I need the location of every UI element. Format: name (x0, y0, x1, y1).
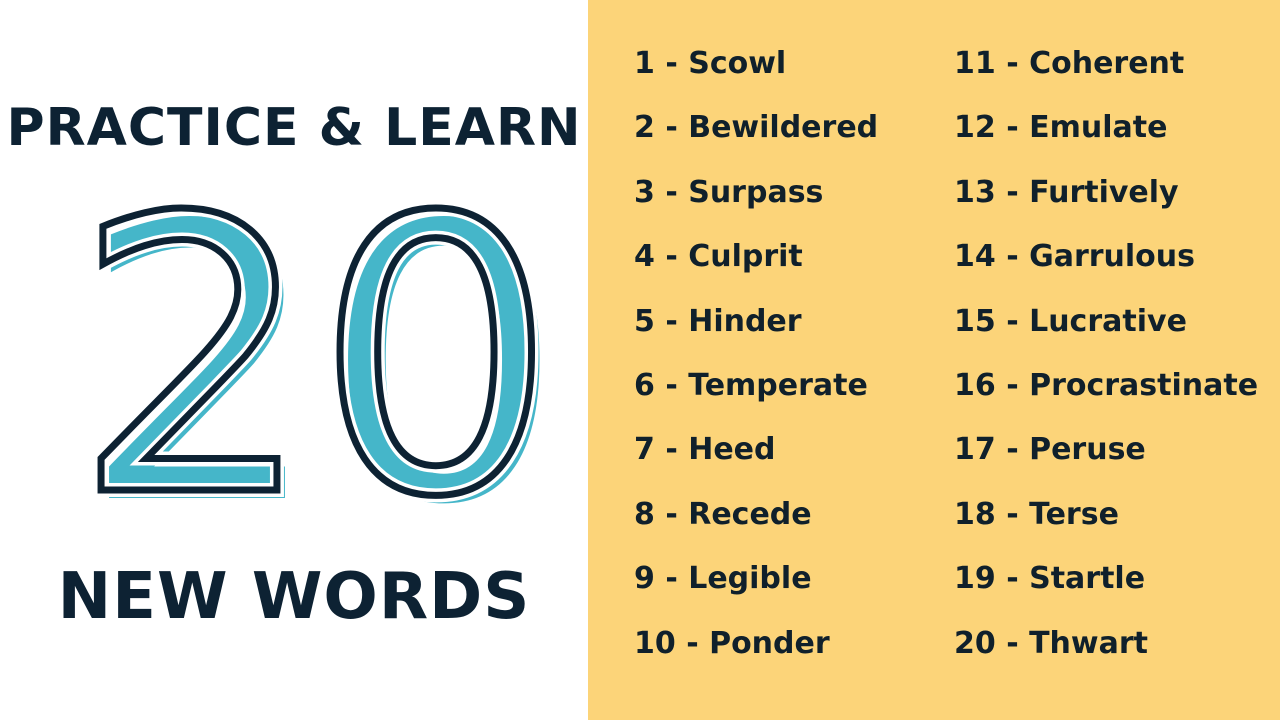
word-item: 3 - Surpass (634, 174, 824, 210)
word-item: 19 - Startle (954, 561, 1146, 597)
big-number-stroke: 20 (73, 178, 557, 518)
word-item: 2 - Bewildered (634, 110, 879, 146)
word-item: 13 - Furtively (954, 174, 1179, 210)
word-item: 14 - Garrulous (954, 239, 1196, 275)
word-item: 17 - Peruse (954, 432, 1146, 468)
word-item: 11 - Coherent (954, 46, 1185, 81)
headline-bottom: NEW WORDS (57, 560, 531, 634)
word-item: 18 - Terse (954, 496, 1119, 532)
word-item: 8 - Recede (634, 496, 812, 532)
word-column-2: 11 - Coherent 12 - Emulate 13 - Furtivel… (954, 40, 1258, 684)
word-item: 7 - Heed (634, 432, 776, 468)
word-item: 16 - Procrastinate (954, 367, 1259, 403)
word-item: 20 - Thwart (954, 625, 1149, 661)
word-column-1: 1 - Scowl 2 - Bewildered 3 - Surpass 4 -… (634, 40, 878, 684)
word-item: 5 - Hinder (634, 303, 802, 339)
headline-top: PRACTICE & LEARN (6, 98, 582, 158)
word-item: 12 - Emulate (954, 110, 1168, 146)
word-item: 1 - Scowl (634, 46, 787, 81)
word-item: 4 - Culprit (634, 239, 803, 275)
big-number-20: 20 20 20 (66, 178, 565, 518)
word-item: 9 - Legible (634, 561, 812, 597)
word-item: 10 - Ponder (634, 625, 830, 661)
title-panel: PRACTICE & LEARN 20 20 20 NEW WORDS (0, 0, 588, 720)
word-item: 6 - Temperate (634, 367, 868, 403)
word-item: 15 - Lucrative (954, 303, 1187, 339)
